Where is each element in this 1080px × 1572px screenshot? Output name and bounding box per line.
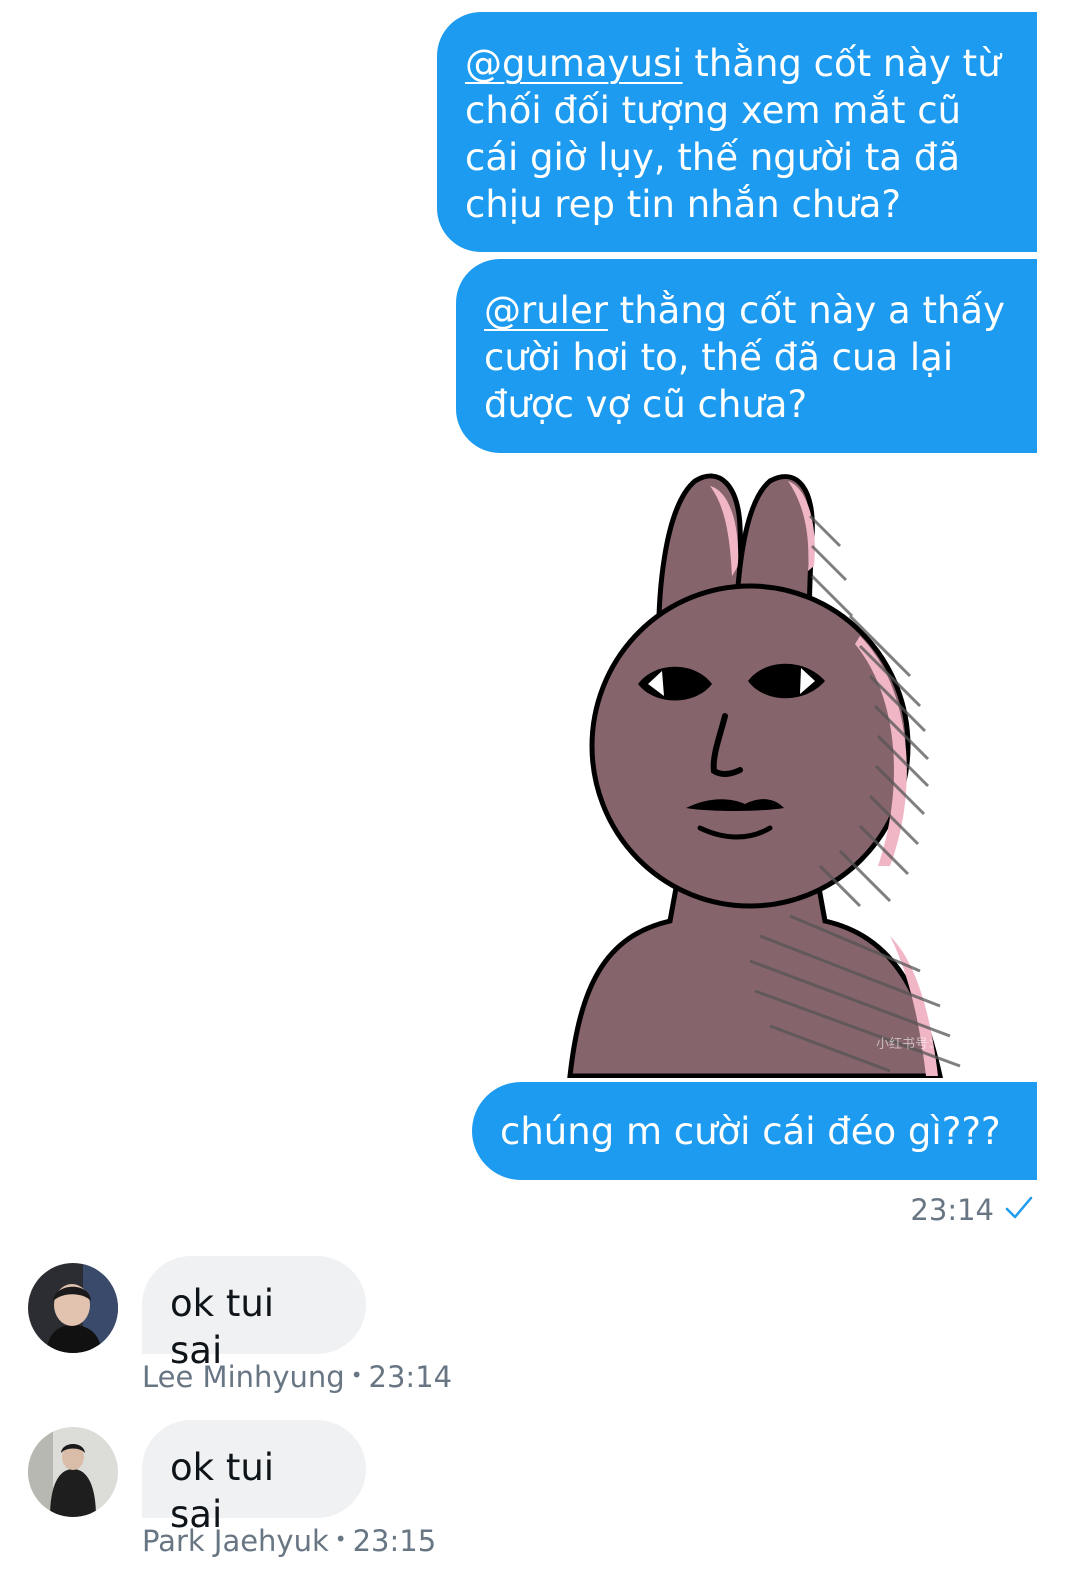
separator-dot: •: [350, 1363, 363, 1387]
avatar[interactable]: [28, 1263, 118, 1353]
outgoing-message-bubble[interactable]: @gumayusi thằng cốt này từ chối đối tượn…: [437, 12, 1037, 252]
bunny-sticker[interactable]: 小红书号：: [560, 466, 1030, 1079]
watermark-text: 小红书号：: [876, 1036, 941, 1052]
incoming-message-meta: Lee Minhyung • 23:14: [142, 1360, 452, 1394]
message-text: ok tui sai: [170, 1446, 275, 1536]
sender-name: Lee Minhyung: [142, 1360, 345, 1394]
mention-link[interactable]: @gumayusi: [465, 42, 683, 85]
sender-name: Park Jaehyuk: [142, 1524, 329, 1558]
incoming-message-bubble[interactable]: ok tui sai: [142, 1420, 366, 1536]
avatar[interactable]: [28, 1427, 118, 1517]
incoming-message-meta: Park Jaehyuk • 23:15: [142, 1524, 436, 1558]
outgoing-message-bubble[interactable]: chúng m cười cái đéo gì???: [472, 1082, 1037, 1180]
outgoing-message-bubble[interactable]: @ruler thằng cốt này a thấy cười hơi to,…: [456, 259, 1037, 453]
message-time: 23:15: [352, 1524, 437, 1558]
mention-link[interactable]: @ruler: [484, 289, 608, 332]
message-time: 23:14: [910, 1193, 994, 1227]
incoming-message-bubble[interactable]: ok tui sai: [142, 1256, 366, 1372]
message-time: 23:14: [368, 1360, 453, 1394]
outgoing-message-meta: 23:14: [910, 1190, 1034, 1230]
separator-dot: •: [334, 1527, 347, 1551]
message-text: ok tui sai: [170, 1282, 275, 1372]
read-check-icon: [1004, 1192, 1034, 1229]
message-text: chúng m cười cái đéo gì???: [500, 1110, 1001, 1153]
